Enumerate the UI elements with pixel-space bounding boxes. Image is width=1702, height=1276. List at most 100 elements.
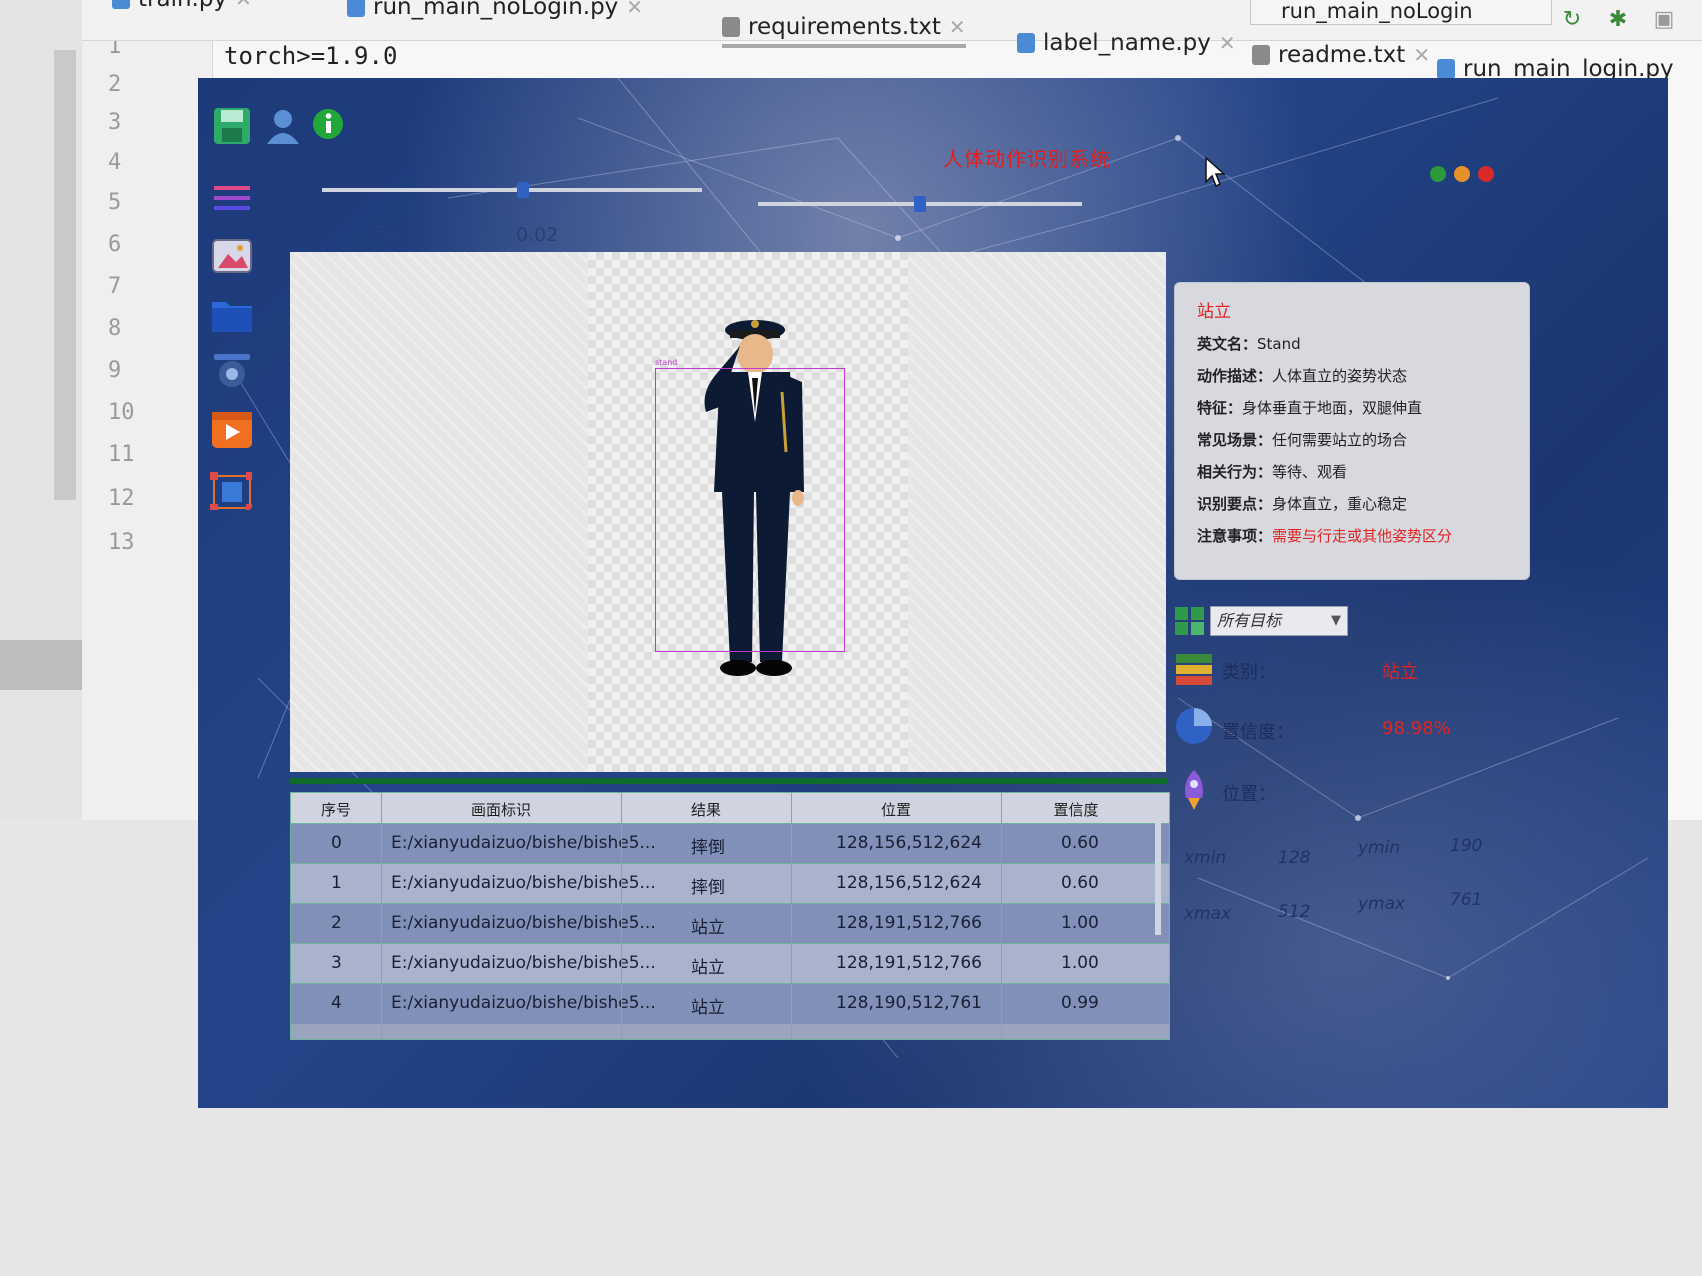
column-header[interactable]: 序号 <box>291 799 381 820</box>
column-header[interactable]: 置信度 <box>1001 799 1151 820</box>
mouse-cursor-icon <box>1205 156 1226 188</box>
tab-label: train.py <box>138 0 227 12</box>
menu-icon[interactable] <box>210 178 254 218</box>
close-icon[interactable]: ✕ <box>1219 31 1236 55</box>
info-related: 相关行为：等待、观看 <box>1197 463 1348 481</box>
coverage-icon[interactable]: ▣ <box>1650 6 1678 34</box>
folder-icon[interactable] <box>210 294 254 334</box>
python-file-icon <box>347 0 365 17</box>
line-number: 7 <box>108 274 122 299</box>
table-row[interactable]: 1 E:/xianyudaizuo/bishe/bishe5... 摔倒 128… <box>291 863 1169 904</box>
results-table[interactable]: 序号 画面标识 结果 位置 置信度 0 E:/xianyudaizuo/bish… <box>290 792 1170 1040</box>
cell-position: 128,191,512,766 <box>836 913 983 933</box>
ide-project-strip <box>0 0 82 820</box>
column-header[interactable]: 画面标识 <box>381 799 621 820</box>
column-divider <box>791 793 792 1039</box>
image-display[interactable]: stand <box>290 252 1166 772</box>
line-gutter <box>82 30 213 820</box>
target-grid-icon <box>1175 607 1204 635</box>
cell-source: E:/xianyudaizuo/bishe/bishe5... <box>391 833 656 853</box>
ymax-label: ymax <box>1358 894 1406 914</box>
class-stack-icon <box>1176 654 1212 685</box>
tab-label-name[interactable]: label_name.py ✕ <box>1017 30 1236 56</box>
debug-icon[interactable]: ✱ <box>1604 6 1632 34</box>
info-features: 特征：身体垂直于地面，双腿伸直 <box>1197 399 1423 417</box>
tab-run-main-nologin[interactable]: run_main_noLogin.py ✕ <box>347 0 643 20</box>
table-row[interactable]: 3 E:/xianyudaizuo/bishe/bishe5... 站立 128… <box>291 943 1169 984</box>
close-icon[interactable]: ✕ <box>235 0 252 11</box>
rerun-icon[interactable]: ↻ <box>1558 6 1586 34</box>
column-divider <box>1001 793 1002 1039</box>
user-icon[interactable] <box>264 106 302 146</box>
cell-index: 4 <box>331 993 342 1013</box>
cell-result: 站立 <box>691 958 725 978</box>
column-header[interactable]: 位置 <box>791 799 1001 820</box>
detection-box-tag: stand <box>655 358 678 367</box>
close-window-icon[interactable] <box>1478 166 1494 182</box>
action-info-panel: 站立 英文名：Stand 动作描述：人体直立的姿势状态 特征：身体垂直于地面，双… <box>1174 282 1530 580</box>
region-select-icon[interactable] <box>208 470 252 510</box>
info-scenes: 常见场景：任何需要站立的场合 <box>1197 431 1408 449</box>
app-title: 人体动作识别系统 <box>943 147 1111 171</box>
tab-requirements[interactable]: requirements.txt ✕ <box>722 14 966 48</box>
cell-position: 128,190,512,761 <box>836 993 983 1013</box>
save-icon[interactable] <box>212 106 252 146</box>
conf-slider[interactable] <box>758 196 1082 212</box>
cell-result: 站立 <box>691 998 725 1018</box>
display-separator <box>290 778 1168 784</box>
python-file-icon <box>1017 33 1035 53</box>
ymin-value: 190 <box>1450 836 1483 856</box>
target-select[interactable]: 所有目标 ▼ <box>1210 606 1348 636</box>
slider-knob[interactable] <box>914 196 926 212</box>
detection-box[interactable] <box>655 368 845 652</box>
info-notes: 注意事项：需要与行走或其他姿势区分 <box>1197 527 1453 545</box>
info-english-name: 英文名：Stand <box>1197 335 1301 353</box>
info-description: 动作描述：人体直立的姿势状态 <box>1197 367 1408 385</box>
camera-icon[interactable] <box>210 350 254 390</box>
code-line-1[interactable]: torch>=1.9.0 <box>224 42 397 70</box>
cell-confidence: 1.00 <box>1061 953 1099 973</box>
tab-label: readme.txt <box>1278 42 1406 68</box>
tab-train[interactable]: train.py ✕ <box>112 0 252 12</box>
cell-confidence: 0.60 <box>1061 873 1099 893</box>
cell-confidence: 1.00 <box>1061 913 1099 933</box>
line-number: 2 <box>108 72 122 97</box>
minimize-icon[interactable] <box>1430 166 1446 182</box>
tab-readme[interactable]: readme.txt ✕ <box>1252 42 1430 68</box>
cell-index: 2 <box>331 913 342 933</box>
table-row[interactable]: 2 E:/xianyudaizuo/bishe/bishe5... 站立 128… <box>291 903 1169 944</box>
app-window: 人体动作识别系统 用时： 0.02 stand 序号 画面标识 结果 位置 置信… <box>198 78 1668 1108</box>
tab-label: requirements.txt <box>748 14 941 40</box>
line-number: 4 <box>108 150 122 175</box>
table-row[interactable]: 0 E:/xianyudaizuo/bishe/bishe5... 摔倒 128… <box>291 823 1169 864</box>
close-icon[interactable]: ✕ <box>1413 43 1430 67</box>
video-icon[interactable] <box>210 410 254 450</box>
iou-slider[interactable] <box>322 182 702 198</box>
cell-position: 128,156,512,624 <box>836 873 983 893</box>
xmax-value: 512 <box>1278 902 1311 922</box>
chevron-down-icon[interactable]: ▼ <box>1331 607 1341 635</box>
close-icon[interactable]: ✕ <box>949 15 966 39</box>
python-file-icon <box>1437 59 1455 79</box>
column-divider <box>381 793 382 1039</box>
text-file-icon <box>1252 45 1270 65</box>
image-icon[interactable] <box>210 236 254 276</box>
line-number: 13 <box>108 530 135 555</box>
table-scrollbar[interactable] <box>1155 815 1161 935</box>
cell-source: E:/xianyudaizuo/bishe/bishe5... <box>391 913 656 933</box>
maximize-icon[interactable] <box>1454 166 1470 182</box>
line-number: 6 <box>108 232 122 257</box>
ide-selected-row <box>0 640 82 690</box>
text-file-icon <box>722 17 740 37</box>
run-config-select[interactable]: run_main_noLogin <box>1250 0 1552 25</box>
close-icon[interactable]: ✕ <box>626 0 643 19</box>
column-header[interactable]: 结果 <box>621 799 791 820</box>
slider-knob[interactable] <box>517 182 530 198</box>
info-title: 站立 <box>1197 302 1231 322</box>
table-row[interactable]: 4 E:/xianyudaizuo/bishe/bishe5... 站立 128… <box>291 983 1169 1024</box>
cell-position: 128,156,512,624 <box>836 833 983 853</box>
info-icon[interactable] <box>310 106 346 142</box>
ide-scrollbar[interactable] <box>54 50 76 500</box>
line-number: 12 <box>108 486 135 511</box>
position-label: 位置： <box>1222 784 1276 805</box>
